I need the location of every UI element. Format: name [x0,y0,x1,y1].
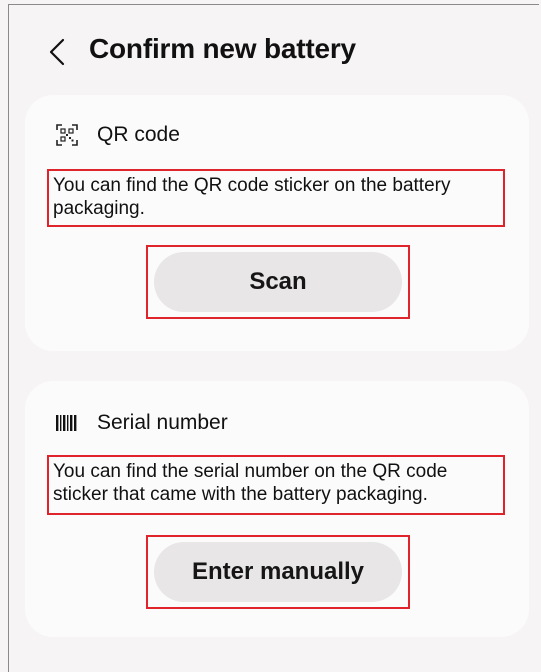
back-button[interactable] [43,35,71,69]
enter-manually-button-highlight: Enter manually [146,535,410,609]
scan-button[interactable]: Scan [154,252,402,312]
chevron-left-icon [49,38,65,66]
qr-code-icon [55,123,79,147]
serial-number-label: Serial number [97,411,228,434]
app-bar: Confirm new battery [9,5,540,93]
page-title: Confirm new battery [89,33,356,64]
serial-number-description: You can find the serial number on the QR… [47,455,505,515]
qr-code-card: QR code You can find the QR code sticker… [25,95,529,351]
qr-code-card-header: QR code [55,123,180,147]
screen: Confirm new battery QR code You can find… [8,4,539,672]
serial-number-card-header: Serial number [55,411,228,435]
serial-number-card: Serial number You can find the serial nu… [25,381,529,637]
scan-button-highlight: Scan [146,245,410,319]
enter-manually-button[interactable]: Enter manually [154,542,402,602]
qr-code-label: QR code [97,123,180,146]
qr-code-description: You can find the QR code sticker on the … [47,169,505,227]
barcode-icon [55,411,79,435]
